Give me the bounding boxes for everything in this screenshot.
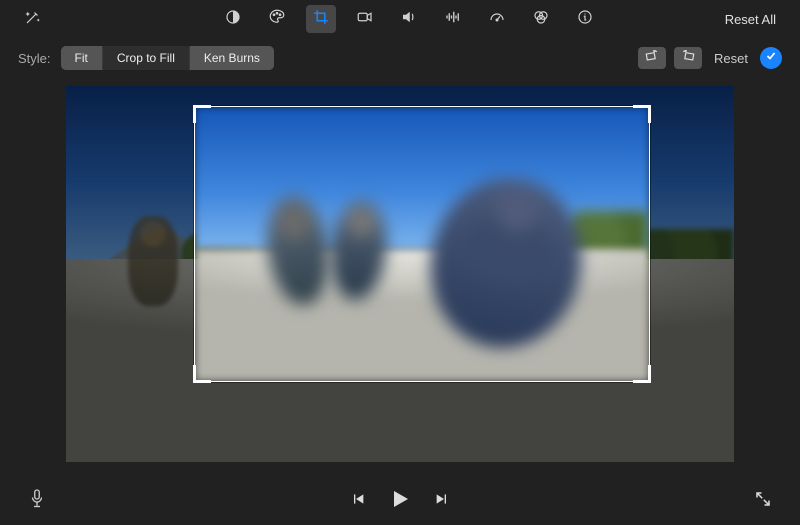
palette-icon: [268, 8, 286, 31]
color-correction-button[interactable]: [262, 5, 292, 33]
stabilization-button[interactable]: [350, 5, 380, 33]
clip-info-button[interactable]: [570, 5, 600, 33]
color-balance-button[interactable]: [218, 5, 248, 33]
crop-style-row: Style: Fit Crop to Fill Ken Burns Reset: [0, 38, 800, 78]
reset-all-button[interactable]: Reset All: [719, 8, 782, 31]
crop-icon: [312, 8, 330, 31]
style-option-crop-to-fill[interactable]: Crop to Fill: [103, 46, 190, 70]
rotate-ccw-button[interactable]: [638, 47, 666, 69]
preview-viewer[interactable]: [66, 86, 734, 462]
noise-reduction-button[interactable]: [438, 5, 468, 33]
crop-handle-bottom-right[interactable]: [633, 365, 651, 383]
expand-arrows-icon: [754, 490, 772, 508]
speedometer-icon: [488, 8, 506, 31]
volume-button[interactable]: [394, 5, 424, 33]
rotate-cw-button[interactable]: [674, 47, 702, 69]
auto-enhance-button[interactable]: [18, 5, 48, 33]
crop-handle-top-left[interactable]: [193, 105, 211, 123]
info-icon: [576, 8, 594, 31]
voiceover-button[interactable]: [28, 488, 46, 510]
style-option-fit[interactable]: Fit: [61, 46, 103, 70]
overlap-circles-icon: [532, 8, 550, 31]
crop-content: [195, 107, 649, 381]
crop-handle-bottom-left[interactable]: [193, 365, 211, 383]
video-camera-icon: [356, 8, 374, 31]
crop-style-segmented-control[interactable]: Fit Crop to Fill Ken Burns: [61, 46, 274, 70]
previous-frame-button[interactable]: [350, 491, 366, 507]
skip-forward-icon: [434, 491, 450, 507]
microphone-icon: [28, 488, 46, 510]
style-label: Style:: [18, 51, 51, 66]
play-icon: [388, 487, 412, 511]
contrast-circle-icon: [224, 8, 242, 31]
rotate-ccw-icon: [644, 49, 660, 68]
next-frame-button[interactable]: [434, 491, 450, 507]
crop-rectangle[interactable]: [194, 106, 650, 382]
adjustments-toolbar: Reset All: [0, 0, 800, 38]
play-button[interactable]: [388, 487, 412, 511]
rotate-cw-icon: [680, 49, 696, 68]
fullscreen-button[interactable]: [754, 490, 772, 508]
clip-filter-button[interactable]: [526, 5, 556, 33]
magic-wand-icon: [24, 8, 42, 31]
crop-button[interactable]: [306, 5, 336, 33]
reset-crop-button[interactable]: Reset: [714, 51, 748, 66]
checkmark-icon: [765, 49, 777, 67]
style-option-ken-burns[interactable]: Ken Burns: [190, 46, 274, 70]
skip-back-icon: [350, 491, 366, 507]
equalizer-icon: [444, 8, 462, 31]
speaker-icon: [400, 8, 418, 31]
crop-handle-top-right[interactable]: [633, 105, 651, 123]
apply-crop-button[interactable]: [760, 47, 782, 69]
playback-bar: [0, 473, 800, 525]
speed-button[interactable]: [482, 5, 512, 33]
